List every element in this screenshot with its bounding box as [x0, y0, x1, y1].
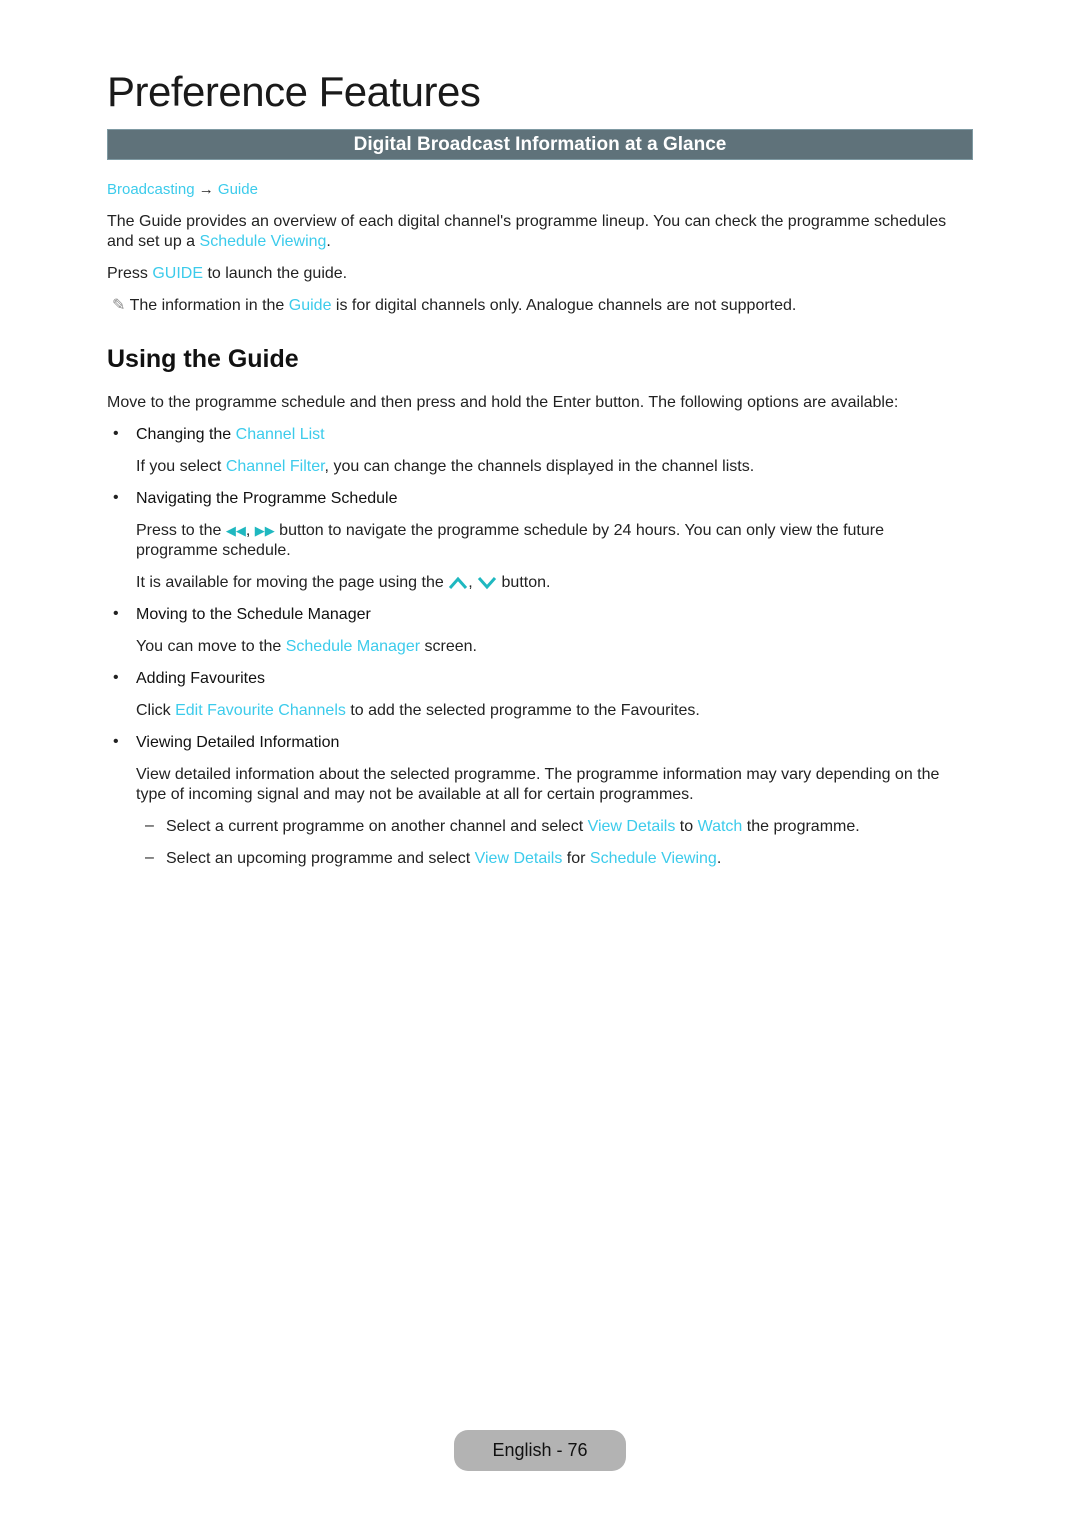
schedule-viewing-link[interactable]: Schedule Viewing [200, 233, 327, 250]
item-desc-text: programme schedule. [136, 542, 291, 559]
item-desc-text: View detailed information about the sele… [136, 766, 940, 783]
intro-text: and set up a [107, 233, 200, 250]
item-title-text: Changing the [136, 426, 236, 443]
breadcrumb: Broadcasting → Guide [107, 180, 258, 200]
subitem-text: for [562, 850, 590, 867]
breadcrumb-arrow: → [198, 181, 214, 198]
intro-paragraph: The Guide provides an overview of each d… [107, 212, 946, 252]
watch-link[interactable]: Watch [698, 818, 743, 835]
rewind-icon: ◀◀ [225, 523, 246, 538]
subitem-text: Select a current programme on another ch… [166, 818, 588, 835]
channel-filter-link[interactable]: Channel Filter [226, 458, 325, 475]
bullet: • [113, 669, 119, 686]
intro-text: . [326, 233, 331, 250]
item-desc-text: button. [497, 574, 551, 591]
item-title-detailed-info: Viewing Detailed Information [136, 734, 340, 751]
page-number-badge: English - 76 [454, 1430, 626, 1471]
subitem-schedule-viewing: Select an upcoming programme and select … [166, 849, 721, 869]
item-title-schedule-manager: Moving to the Schedule Manager [136, 606, 371, 623]
separator: , [245, 522, 255, 539]
edit-favourite-channels-link[interactable]: Edit Favourite Channels [175, 702, 346, 719]
schedule-viewing-link[interactable]: Schedule Viewing [590, 850, 717, 867]
item-desc-adding-favourites: Click Edit Favourite Channels to add the… [136, 701, 700, 721]
item-desc-schedule-manager: You can move to the Schedule Manager scr… [136, 637, 477, 657]
item-desc-page-move: It is available for moving the page usin… [136, 573, 550, 593]
view-details-link[interactable]: View Details [475, 850, 563, 867]
press-text: Press [107, 265, 153, 282]
note-text: is for digital channels only. Analogue c… [331, 297, 797, 314]
guide-link[interactable]: Guide [289, 297, 332, 314]
item-title-navigating: Navigating the Programme Schedule [136, 490, 398, 507]
note-text: The information in the [125, 297, 289, 314]
chevron-up-icon [449, 576, 468, 589]
subitem-text: the programme. [742, 818, 860, 835]
item-desc-text: , you can change the channels displayed … [324, 458, 755, 475]
item-title-channel-list: Changing the Channel List [136, 425, 325, 445]
subitem-text: to [675, 818, 698, 835]
section-header: Digital Broadcast Information at a Glanc… [107, 129, 973, 160]
breadcrumb-broadcasting[interactable]: Broadcasting [107, 181, 195, 198]
section-header-text: Digital Broadcast Information at a Glanc… [353, 133, 727, 155]
item-desc-text: It is available for moving the page usin… [136, 574, 449, 591]
item-desc-text: button to navigate the programme schedul… [274, 522, 884, 539]
intro-text: The Guide provides an overview of each d… [107, 213, 947, 230]
guide-key-link[interactable]: GUIDE [152, 265, 203, 282]
page-title: Preference Features [107, 68, 481, 115]
separator: , [468, 574, 478, 591]
item-desc-navigating: Press to the ◀◀, ▶▶ button to navigate t… [136, 521, 884, 561]
subitem-text: Select an upcoming programme and select [166, 850, 475, 867]
item-desc-text: Click [136, 702, 176, 719]
bullet: • [113, 733, 119, 750]
subitem-watch: Select a current programme on another ch… [166, 817, 860, 837]
dash: – [145, 849, 154, 866]
using-guide-intro: Move to the programme schedule and then … [107, 394, 899, 411]
chevron-down-icon [477, 576, 497, 590]
item-desc-text: type of incoming signal and may not be a… [136, 786, 694, 803]
item-desc-text: You can move to the [136, 638, 286, 655]
bullet: • [113, 605, 119, 622]
press-guide-text: Press GUIDE to launch the guide. [107, 264, 347, 284]
bullet: • [113, 425, 119, 442]
section-heading-using-guide: Using the Guide [107, 345, 299, 373]
dash: – [145, 817, 154, 834]
breadcrumb-guide[interactable]: Guide [218, 181, 258, 198]
view-details-link[interactable]: View Details [588, 818, 676, 835]
bullet: • [113, 489, 119, 506]
page-number-text: English - 76 [492, 1440, 588, 1460]
channel-list-link[interactable]: Channel List [236, 426, 325, 443]
item-desc-detailed-info: View detailed information about the sele… [136, 765, 939, 805]
note: ✎ The information in the Guide is for di… [112, 296, 796, 316]
item-desc-text: If you select [136, 458, 226, 475]
subitem-text: . [716, 850, 722, 867]
item-desc-channel-list: If you select Channel Filter, you can ch… [136, 457, 754, 477]
fast-forward-icon: ▶▶ [254, 523, 275, 538]
press-text: to launch the guide. [203, 265, 348, 282]
item-desc-text: Press to the [136, 522, 226, 539]
note-pencil-icon: ✎ [112, 297, 126, 314]
item-desc-text: to add the selected programme to the Fav… [345, 702, 700, 719]
schedule-manager-link[interactable]: Schedule Manager [286, 638, 420, 655]
item-desc-text: screen. [420, 638, 477, 655]
item-title-adding-favourites: Adding Favourites [136, 670, 265, 687]
